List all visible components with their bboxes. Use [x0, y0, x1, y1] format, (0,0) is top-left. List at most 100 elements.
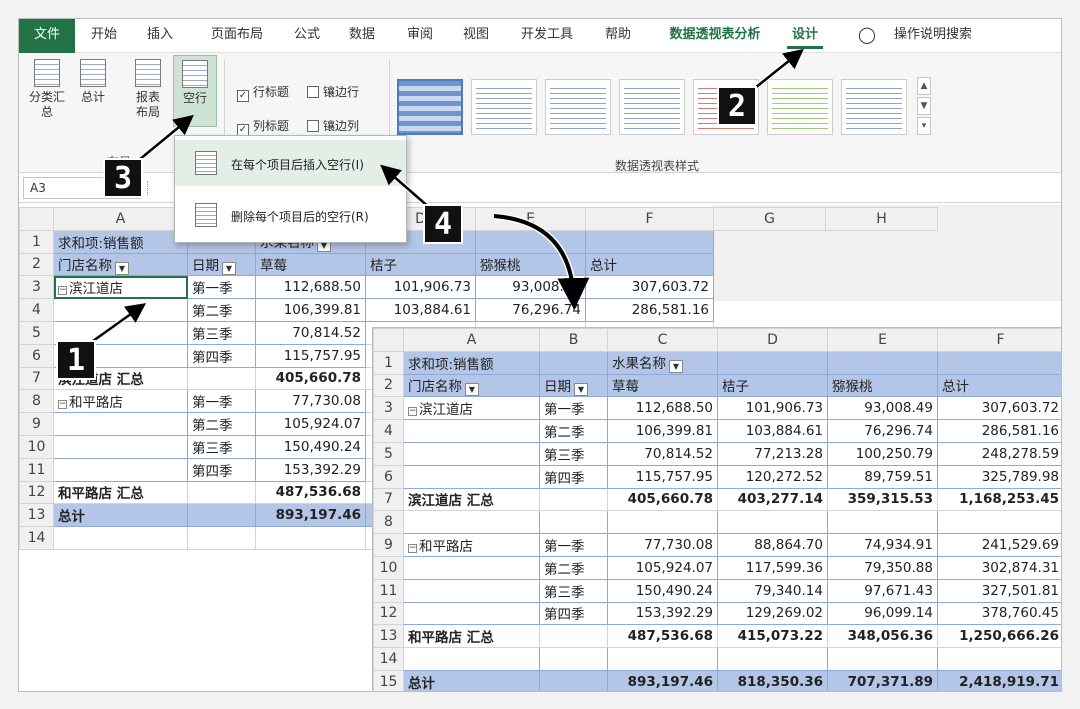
pivot-store-cell[interactable]: − 滨江道店	[53, 275, 188, 300]
pivot-value-cell[interactable]: 79,350.88	[827, 555, 938, 580]
pivot-row-field-store[interactable]: 门店名称 ▼	[403, 373, 540, 398]
pivot-fruit-header[interactable]: 草莓	[607, 373, 718, 398]
tab-help[interactable]: 帮助	[595, 19, 641, 53]
row-header[interactable]: 1	[19, 229, 54, 254]
tab-developer[interactable]: 开发工具	[510, 19, 584, 53]
pivot-value-cell[interactable]: 327,501.81	[937, 578, 1061, 603]
blank-row-cell[interactable]	[827, 647, 938, 671]
pivot-store-cell[interactable]	[403, 419, 540, 443]
pivot-value-cell[interactable]: 117,599.36	[717, 555, 828, 580]
pivot-style-thumb[interactable]	[545, 79, 611, 135]
pivot-quarter-cell[interactable]: 第二季	[539, 419, 608, 443]
tell-me-search[interactable]: 操作说明搜索	[883, 19, 983, 53]
pivot-fruit-header[interactable]: 总计	[585, 252, 714, 277]
pivot-value-cell[interactable]: 112,688.50	[607, 396, 718, 421]
pivot-quarter-cell[interactable]: 第三季	[539, 441, 608, 466]
select-all-corner[interactable]	[19, 207, 54, 231]
pivot-value-cell[interactable]: 120,272.52	[717, 464, 828, 489]
collapse-icon[interactable]: −	[408, 544, 417, 554]
pivot-store-cell[interactable]	[403, 441, 540, 466]
pivot-fruit-header[interactable]: 草莓	[255, 252, 366, 277]
row-header[interactable]: 4	[19, 298, 54, 322]
pivot-quarter-cell[interactable]: 第四季	[539, 601, 608, 626]
blank-row-cell[interactable]	[607, 647, 718, 671]
row-header[interactable]: 4	[373, 419, 404, 443]
row-header[interactable]: 13	[19, 503, 54, 528]
pivot-quarter-cell[interactable]: 第一季	[187, 389, 256, 414]
pivot-value-cell[interactable]: 378,760.45	[937, 601, 1061, 626]
blank-row-cell[interactable]	[607, 510, 718, 535]
pivot-value-cell[interactable]: 115,757.95	[607, 464, 718, 489]
column-header[interactable]: E	[827, 328, 938, 352]
pivot-row-field-date[interactable]: 日期 ▼	[187, 252, 256, 277]
pivot-value-cell[interactable]: 307,603.72	[585, 275, 714, 300]
pivot-value-cell[interactable]: 100,250.79	[827, 441, 938, 466]
tab-formulas[interactable]: 公式	[284, 19, 330, 53]
subtotal-value[interactable]: 348,056.36	[827, 624, 938, 649]
empty-cell[interactable]	[714, 230, 826, 253]
report-layout-button[interactable]: 报表布局	[125, 59, 171, 120]
blank-row-cell[interactable]	[937, 510, 1061, 535]
grand-total-value[interactable]: 818,350.36	[717, 669, 828, 691]
pivot-column-field[interactable]: 水果名称 ▼	[607, 350, 718, 375]
pivot-fruit-header[interactable]: 桔子	[717, 373, 828, 398]
column-header[interactable]: F	[937, 328, 1061, 352]
pivot-value-cell[interactable]: 105,924.07	[607, 555, 718, 580]
grand-total-label[interactable]: 总计	[403, 669, 540, 691]
pivot-value-cell[interactable]: 77,730.08	[255, 389, 366, 414]
pivot-value-cell[interactable]: 70,814.52	[607, 441, 718, 466]
pivot-cell[interactable]	[585, 229, 714, 254]
grand-total-label[interactable]: 总计	[53, 503, 188, 528]
menu-item-insert-blank-line[interactable]: 在每个项目后插入空行(I)	[175, 140, 406, 186]
pivot-value-cell[interactable]: 307,603.72	[937, 396, 1061, 421]
column-header[interactable]: D	[717, 328, 828, 352]
empty-cell[interactable]	[714, 299, 826, 322]
column-header[interactable]: E	[475, 207, 586, 231]
empty-cell[interactable]	[714, 253, 826, 276]
pivot-value-cell[interactable]: 112,688.50	[255, 275, 366, 300]
empty-cell[interactable]	[826, 276, 938, 299]
subtotal-label[interactable]: 和平路店 汇总	[53, 480, 188, 505]
pivot-value-cell[interactable]: 115,757.95	[255, 343, 366, 368]
pivot-value-cell[interactable]: 248,278.59	[937, 441, 1061, 466]
tab-pivot-analyze[interactable]: 数据透视表分析	[653, 19, 777, 53]
pivot-value-cell[interactable]: 103,884.61	[717, 419, 828, 443]
row-header[interactable]: 6	[373, 464, 404, 489]
pivot-value-cell[interactable]: 88,864.70	[717, 533, 828, 557]
pivot-row-field-store[interactable]: 门店名称 ▼	[53, 252, 188, 277]
subtotals-button[interactable]: 分类汇总	[25, 59, 69, 120]
row-header[interactable]: 1	[373, 350, 404, 375]
pivot-value-cell[interactable]: 241,529.69	[937, 533, 1061, 557]
collapse-icon[interactable]: −	[58, 286, 67, 296]
empty-cell[interactable]	[187, 526, 256, 550]
column-header[interactable]: A	[53, 207, 188, 231]
banded-cols-checkbox[interactable]: 镶边列	[307, 117, 359, 135]
pivot-style-thumb[interactable]	[767, 79, 833, 135]
select-all-corner[interactable]	[373, 328, 404, 352]
blank-row-cell[interactable]	[403, 510, 540, 535]
blank-row-cell[interactable]	[717, 510, 828, 535]
tab-view[interactable]: 视图	[453, 19, 499, 53]
row-header[interactable]: 14	[373, 647, 404, 671]
row-header[interactable]: 14	[19, 526, 54, 550]
blank-row-cell[interactable]	[827, 510, 938, 535]
row-header[interactable]: 3	[19, 275, 54, 300]
pivot-value-cell[interactable]: 76,296.74	[475, 298, 586, 322]
row-header[interactable]: 7	[19, 366, 54, 391]
pivot-value-cell[interactable]: 153,392.29	[255, 457, 366, 482]
row-header[interactable]: 2	[19, 252, 54, 277]
pivot-value-cell[interactable]: 150,490.24	[607, 578, 718, 603]
tab-review[interactable]: 审阅	[397, 19, 443, 53]
pivot-value-cell[interactable]: 89,759.51	[827, 464, 938, 489]
tab-file[interactable]: 文件	[19, 19, 75, 53]
pivot-cell[interactable]	[187, 503, 256, 528]
empty-cell[interactable]	[826, 299, 938, 322]
pivot-quarter-cell[interactable]: 第二季	[187, 412, 256, 436]
pivot-value-cell[interactable]: 150,490.24	[255, 434, 366, 459]
pivot-store-cell[interactable]: − 和平路店	[53, 389, 188, 414]
pivot-fruit-header[interactable]: 猕猴桃	[475, 252, 586, 277]
row-header[interactable]: 8	[373, 510, 404, 535]
pivot-cell[interactable]	[187, 480, 256, 505]
pivot-store-cell[interactable]	[53, 457, 188, 482]
subtotal-label[interactable]: 和平路店 汇总	[403, 624, 540, 649]
